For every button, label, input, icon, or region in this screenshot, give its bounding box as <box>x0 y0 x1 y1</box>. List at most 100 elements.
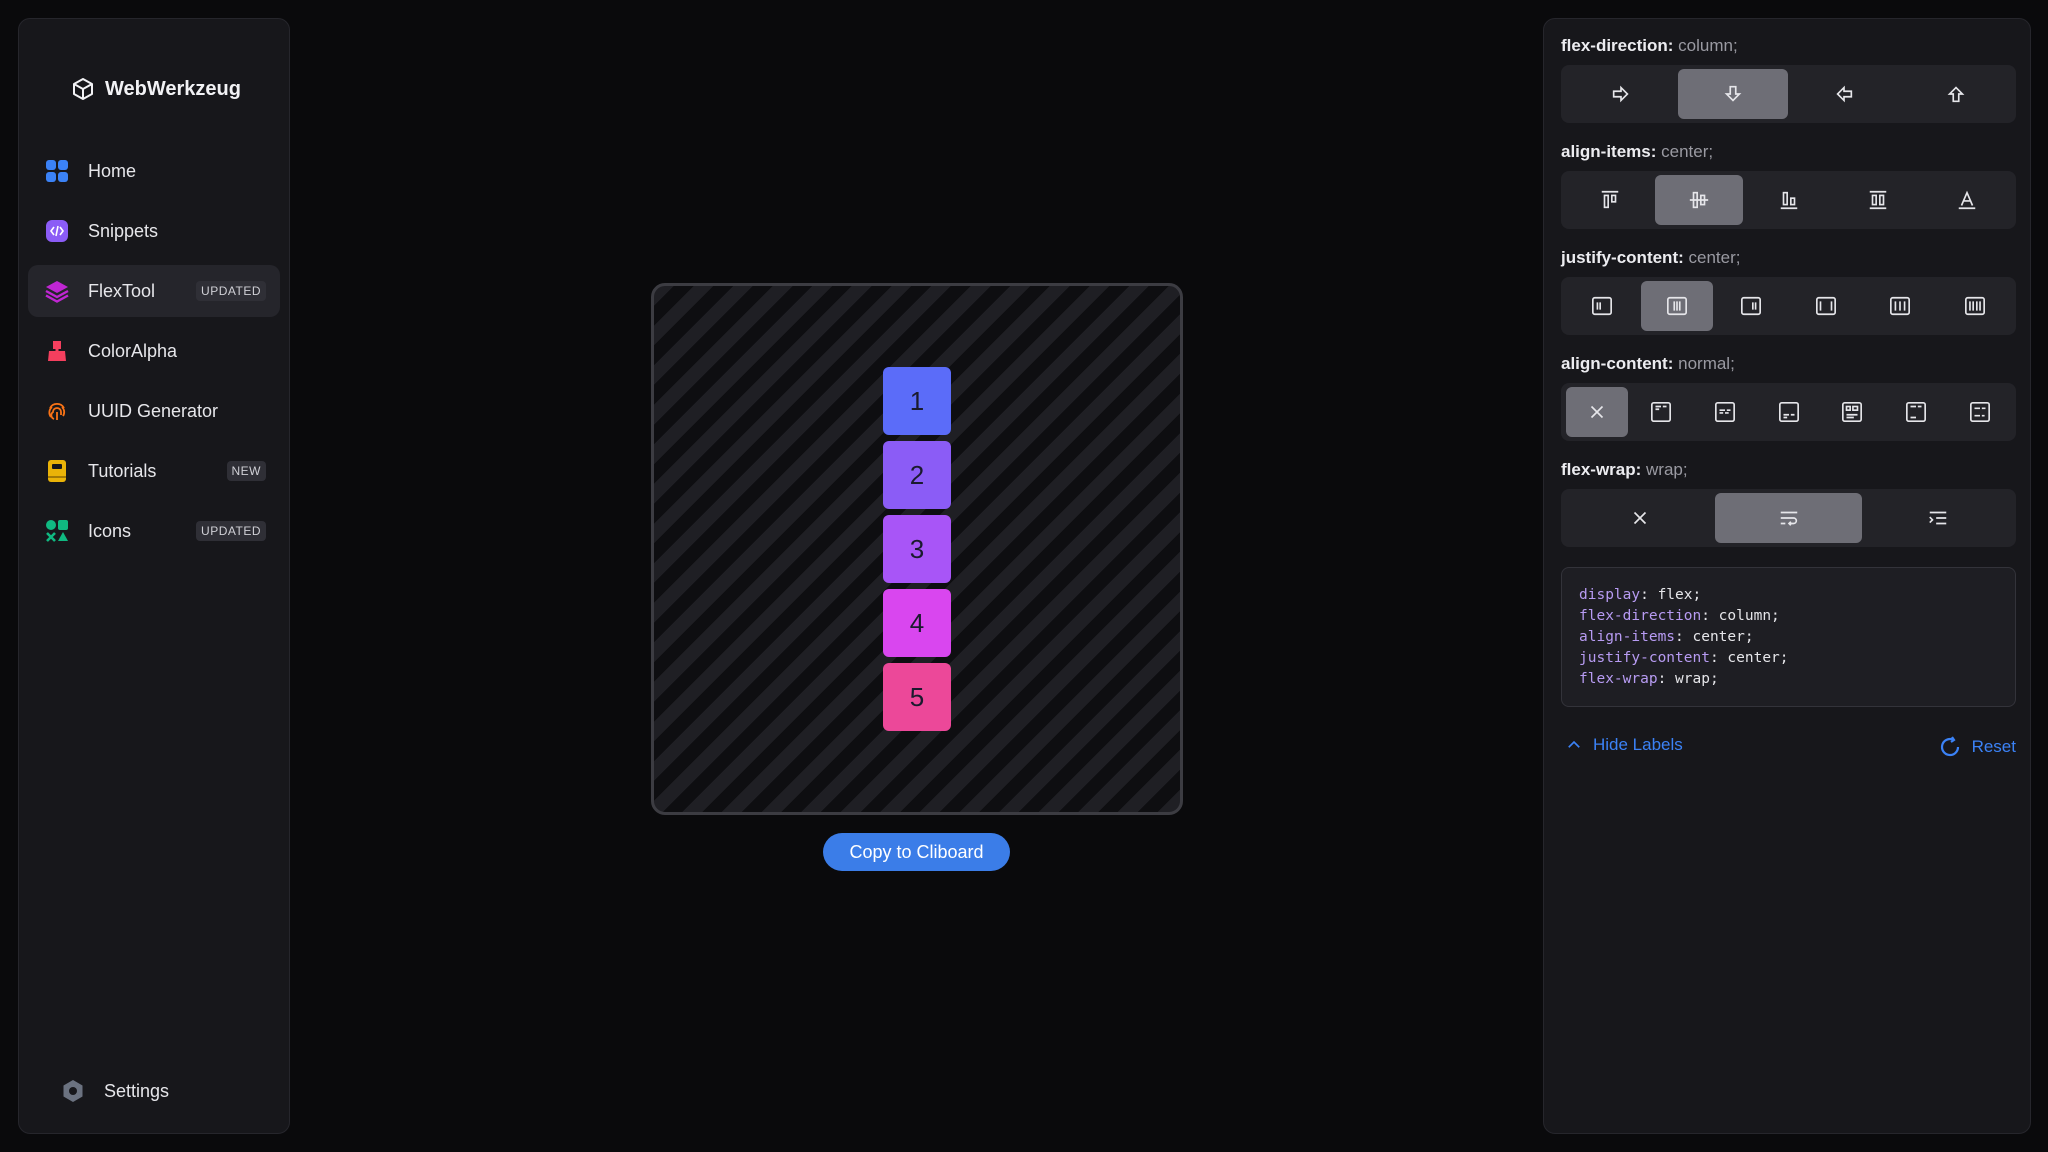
align-content-title: align-content: normal; <box>1561 354 1735 373</box>
arrow-up-icon <box>1947 86 1965 103</box>
align-content-space-between-option[interactable] <box>1885 387 1947 437</box>
sidebar-item-tutorials[interactable]: Tutorials NEW <box>28 445 280 497</box>
direction-column-option[interactable] <box>1677 69 1788 119</box>
align-content-group: align-content: normal; <box>1561 353 2016 441</box>
justify-space-between-option[interactable] <box>1790 281 1863 331</box>
align-items-stretch-option[interactable] <box>1834 175 1921 225</box>
sidebar-item-label: UUID Generator <box>88 400 219 421</box>
code-line: justify-content: center; <box>1579 650 1789 666</box>
flex-item-5: 5 <box>883 663 951 731</box>
flex-item-1: 1 <box>883 367 951 435</box>
flex-preview-container: 1 2 3 4 5 <box>651 283 1183 815</box>
justify-end-icon <box>1741 296 1762 316</box>
align-items-options <box>1561 171 2016 229</box>
sidebar-item-home[interactable]: Home <box>28 145 280 197</box>
shapes-icon <box>44 518 70 544</box>
justify-end-option[interactable] <box>1715 281 1788 331</box>
justify-center-icon <box>1666 296 1687 316</box>
sidebar-item-label: Home <box>88 160 137 181</box>
sidebar-item-flextool[interactable]: FlexTool UPDATED <box>28 265 280 317</box>
direction-column-reverse-option[interactable] <box>1901 69 2011 119</box>
brand-name: WebWerkzeug <box>105 77 241 100</box>
code-icon <box>44 218 70 244</box>
sidebar-item-label: Tutorials <box>88 460 157 481</box>
sidebar-item-label: Settings <box>104 1080 170 1101</box>
content-start-icon <box>1650 402 1671 422</box>
flex-nowrap-option[interactable] <box>1566 493 1713 543</box>
justify-space-around-option[interactable] <box>1864 281 1937 331</box>
chevron-up-icon <box>1568 740 1580 748</box>
properties-panel: flex-direction: column; align-items: cen… <box>1543 18 2031 1134</box>
sidebar-nav: Home Snippets FlexTool UPDATED ColorAlph… <box>28 145 280 565</box>
flex-wrap-option[interactable] <box>1715 493 1862 543</box>
code-line: display: flex; <box>1579 587 1702 603</box>
arrow-left-icon <box>1836 85 1853 103</box>
align-content-options <box>1561 383 2016 441</box>
flex-wrap-options <box>1561 489 2016 547</box>
updated-badge: UPDATED <box>196 281 266 301</box>
align-stretch-icon <box>1869 190 1887 210</box>
flex-wrap-group: flex-wrap: wrap; <box>1561 459 2016 547</box>
sidebar-item-uuid-generator[interactable]: UUID Generator <box>28 385 280 437</box>
justify-between-icon <box>1815 296 1836 316</box>
arrow-down-icon <box>1724 85 1742 102</box>
gear-icon <box>60 1078 86 1104</box>
updated-badge: UPDATED <box>196 521 266 541</box>
justify-content-options <box>1561 277 2016 335</box>
direction-row-reverse-option[interactable] <box>1790 69 1900 119</box>
flex-item-4: 4 <box>883 589 951 657</box>
align-content-stretch-option[interactable] <box>1821 387 1883 437</box>
justify-content-group: justify-content: center; <box>1561 247 2016 335</box>
flex-direction-title: flex-direction: column; <box>1561 36 1738 55</box>
align-content-space-around-option[interactable] <box>1949 387 2011 437</box>
code-line: flex-wrap: wrap; <box>1579 671 1719 687</box>
justify-content-title: justify-content: center; <box>1561 248 1741 267</box>
flex-direction-options <box>1561 65 2016 123</box>
align-items-center-option[interactable] <box>1655 175 1743 225</box>
align-items-end-option[interactable] <box>1745 175 1832 225</box>
baseline-icon <box>1959 190 1976 210</box>
sidebar-item-settings[interactable]: Settings <box>44 1065 284 1117</box>
sidebar-item-snippets[interactable]: Snippets <box>28 205 280 257</box>
justify-space-evenly-option[interactable] <box>1939 281 2012 331</box>
close-icon <box>1633 511 1646 525</box>
sidebar-item-icons[interactable]: Icons UPDATED <box>28 505 280 557</box>
copy-to-clipboard-button[interactable]: Copy to Cliboard <box>823 833 1010 871</box>
code-line: align-items: center; <box>1579 629 1754 645</box>
sidebar-item-coloralpha[interactable]: ColorAlpha <box>28 325 280 377</box>
justify-evenly-icon <box>1964 296 1985 316</box>
sidebar-item-label: ColorAlpha <box>88 340 178 361</box>
paint-icon <box>44 338 70 364</box>
flex-direction-group: flex-direction: column; <box>1561 35 2016 123</box>
hide-labels-label: Hide Labels <box>1593 735 1683 754</box>
hide-labels-link[interactable]: Hide Labels <box>1565 735 1683 755</box>
content-end-icon <box>1778 402 1799 422</box>
flex-wrap-reverse-option[interactable] <box>1864 493 2011 543</box>
arrow-right-icon <box>1612 85 1629 103</box>
reset-label: Reset <box>1971 737 2016 756</box>
wrap-text-icon <box>1780 511 1797 526</box>
align-bottom-icon <box>1780 191 1797 210</box>
justify-start-icon <box>1592 296 1613 316</box>
justify-around-icon <box>1890 296 1911 316</box>
sidebar-item-label: Snippets <box>88 220 159 241</box>
sidebar: WebWerkzeug Home Snippets FlexTool UPDAT… <box>18 18 290 1134</box>
content-around-icon <box>1970 402 1991 422</box>
direction-row-option[interactable] <box>1566 69 1676 119</box>
align-content-start-option[interactable] <box>1630 387 1692 437</box>
css-code-output[interactable]: display: flex; flex-direction: column; a… <box>1561 567 2016 707</box>
align-content-normal-option[interactable] <box>1566 387 1628 437</box>
align-content-center-option[interactable] <box>1694 387 1756 437</box>
wrap-reverse-icon <box>1928 511 1946 525</box>
justify-start-option[interactable] <box>1566 281 1639 331</box>
reset-link[interactable]: Reset <box>1938 735 2016 759</box>
brand[interactable]: WebWerkzeug <box>71 77 241 101</box>
align-content-end-option[interactable] <box>1758 387 1820 437</box>
align-items-start-option[interactable] <box>1566 175 1653 225</box>
align-top-icon <box>1601 190 1618 209</box>
align-items-group: align-items: center; <box>1561 141 2016 229</box>
justify-center-option[interactable] <box>1640 281 1713 331</box>
grid-icon <box>44 158 70 184</box>
align-items-baseline-option[interactable] <box>1924 175 2011 225</box>
align-center-icon <box>1689 191 1709 209</box>
